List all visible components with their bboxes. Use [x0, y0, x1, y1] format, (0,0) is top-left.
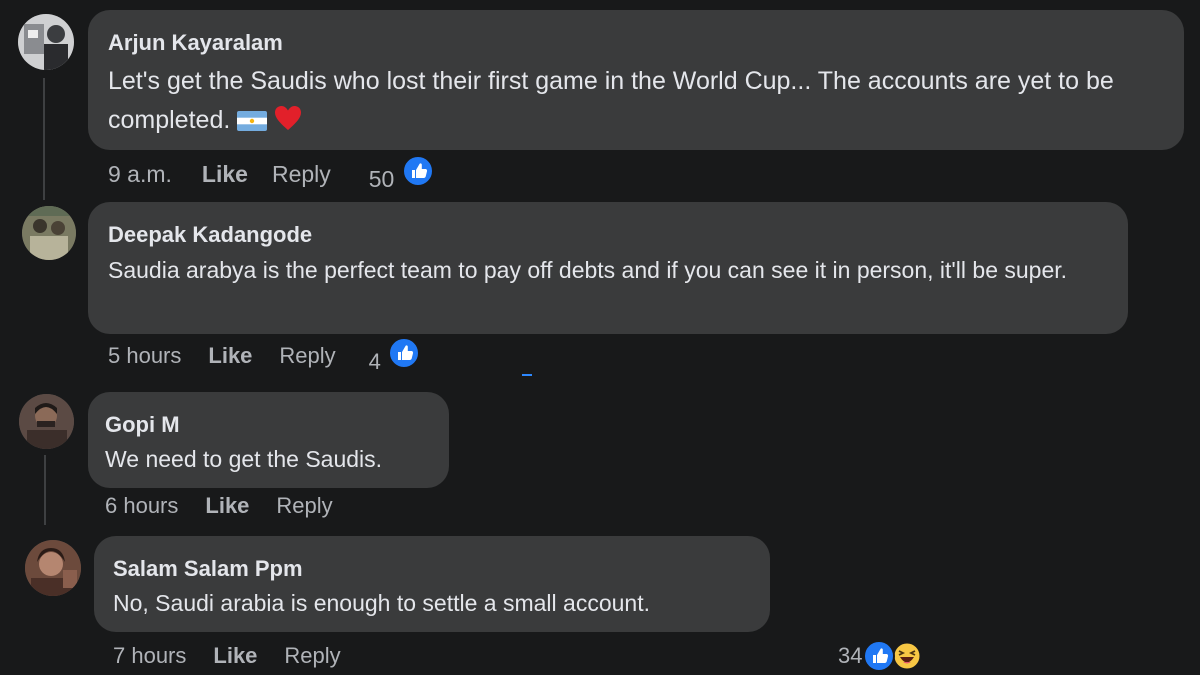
comment-time[interactable]: 6 hours	[105, 493, 178, 519]
scroll-indicator	[522, 374, 532, 376]
avatar[interactable]	[18, 14, 74, 70]
avatar[interactable]	[25, 540, 81, 596]
comment-time[interactable]: 9 a.m.	[108, 161, 172, 188]
like-reaction-icon	[388, 337, 421, 369]
comment-author[interactable]: Deepak Kadangode	[108, 222, 312, 248]
like-button[interactable]: Like	[208, 343, 252, 369]
like-button[interactable]: Like	[205, 493, 249, 519]
avatar[interactable]	[22, 206, 76, 260]
comment-text: No, Saudi arabia is enough to settle a s…	[113, 590, 650, 616]
like-button[interactable]: Like	[213, 643, 257, 669]
flag-argentina-icon	[237, 104, 268, 143]
comment-text: We need to get the Saudis.	[105, 446, 383, 472]
reply-button[interactable]: Reply	[284, 643, 340, 669]
reaction-summary[interactable]: 4	[368, 337, 421, 375]
comment-author[interactable]: Salam Salam Ppm	[113, 556, 303, 582]
comment-meta: 7 hours Like Reply	[113, 640, 341, 672]
comment-time[interactable]: 7 hours	[113, 643, 186, 669]
avatar[interactable]	[19, 394, 74, 449]
red-heart-icon	[274, 104, 302, 143]
reaction-summary[interactable]: 50	[369, 155, 434, 193]
reaction-count: 4	[368, 349, 381, 374]
comment-meta: 9 a.m. Like Reply 50	[108, 155, 434, 193]
comment-meta: 5 hours Like Reply 4	[108, 337, 421, 375]
comment-time[interactable]: 5 hours	[108, 343, 181, 369]
like-reaction-icon	[401, 155, 434, 187]
like-button[interactable]: Like	[202, 161, 248, 188]
comment-text: Let's get the Saudis who lost their firs…	[108, 62, 1158, 143]
thread-line	[43, 78, 45, 200]
reaction-summary[interactable]: 34	[838, 640, 922, 672]
comment-author[interactable]: Arjun Kayaralam	[108, 30, 283, 56]
reply-button[interactable]: Reply	[276, 493, 332, 519]
reply-button[interactable]: Reply	[272, 161, 331, 188]
reply-button[interactable]: Reply	[279, 343, 335, 369]
reaction-count: 34	[838, 643, 863, 668]
comment-meta: 6 hours Like Reply	[105, 490, 333, 522]
thread-line	[44, 455, 46, 525]
haha-reaction-icon	[892, 641, 922, 671]
reaction-count: 50	[368, 166, 395, 192]
like-reaction-icon	[863, 640, 896, 672]
comment-text: Saudia arabya is the perfect team to pay…	[108, 257, 1068, 283]
comment-author[interactable]: Gopi M	[105, 412, 180, 438]
